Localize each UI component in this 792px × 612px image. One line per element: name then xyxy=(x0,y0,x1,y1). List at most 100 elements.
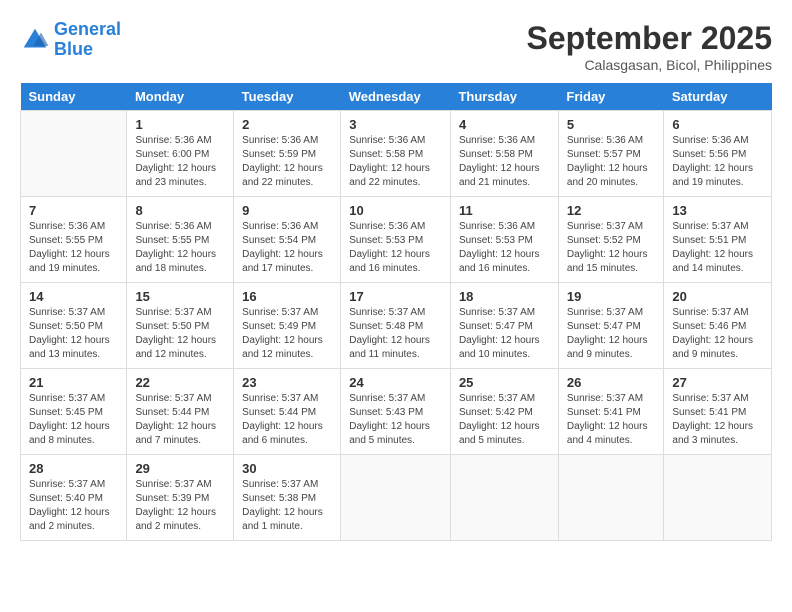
header: General Blue September 2025 Calasgasan, … xyxy=(20,20,772,73)
calendar-cell xyxy=(21,111,127,197)
logo-line1: General xyxy=(54,19,121,39)
day-info: Sunrise: 5:36 AM Sunset: 5:58 PM Dayligh… xyxy=(349,134,442,190)
calendar-cell: 1 Sunrise: 5:36 AM Sunset: 6:00 PM Daylig… xyxy=(127,111,234,197)
day-info: Sunrise: 5:36 AM Sunset: 5:58 PM Dayligh… xyxy=(459,134,550,190)
day-info: Sunrise: 5:37 AM Sunset: 5:52 PM Dayligh… xyxy=(567,220,656,276)
calendar-cell: 26 Sunrise: 5:37 AM Sunset: 5:41 PM Dayli… xyxy=(558,369,664,455)
title-area: September 2025 Calasgasan, Bicol, Philip… xyxy=(527,20,772,73)
day-info: Sunrise: 5:37 AM Sunset: 5:44 PM Dayligh… xyxy=(135,392,225,448)
weekday-header-wednesday: Wednesday xyxy=(341,83,451,111)
day-number: 17 xyxy=(349,289,442,304)
day-number: 29 xyxy=(135,461,225,476)
day-number: 9 xyxy=(242,203,332,218)
day-info: Sunrise: 5:37 AM Sunset: 5:41 PM Dayligh… xyxy=(567,392,656,448)
day-info: Sunrise: 5:37 AM Sunset: 5:43 PM Dayligh… xyxy=(349,392,442,448)
calendar-cell: 24Sunrise: 5:37 AM Sunset: 5:43 PM Dayli… xyxy=(341,369,451,455)
day-info: Sunrise: 5:36 AM Sunset: 5:55 PM Dayligh… xyxy=(29,220,118,276)
day-info: Sunrise: 5:37 AM Sunset: 5:47 PM Dayligh… xyxy=(459,306,550,362)
calendar-cell: 23 Sunrise: 5:37 AM Sunset: 5:44 PM Dayli… xyxy=(234,369,341,455)
day-info: Sunrise: 5:37 AM Sunset: 5:50 PM Dayligh… xyxy=(135,306,225,362)
calendar-week-row: 28Sunrise: 5:37 AM Sunset: 5:40 PM Dayli… xyxy=(21,455,772,541)
weekday-header-thursday: Thursday xyxy=(450,83,558,111)
day-info: Sunrise: 5:37 AM Sunset: 5:38 PM Dayligh… xyxy=(242,478,332,534)
logo-text: General Blue xyxy=(54,20,121,60)
weekday-header-monday: Monday xyxy=(127,83,234,111)
day-number: 2 xyxy=(242,117,332,132)
day-info: Sunrise: 5:37 AM Sunset: 5:49 PM Dayligh… xyxy=(242,306,332,362)
calendar-week-row: 21 Sunrise: 5:37 AM Sunset: 5:45 PM Dayli… xyxy=(21,369,772,455)
day-number: 13 xyxy=(672,203,763,218)
day-number: 7 xyxy=(29,203,118,218)
day-number: 3 xyxy=(349,117,442,132)
day-number: 15 xyxy=(135,289,225,304)
day-info: Sunrise: 5:37 AM Sunset: 5:50 PM Dayligh… xyxy=(29,306,118,362)
calendar-cell: 3 Sunrise: 5:36 AM Sunset: 5:58 PM Daylig… xyxy=(341,111,451,197)
day-number: 10 xyxy=(349,203,442,218)
calendar-cell: 4Sunrise: 5:36 AM Sunset: 5:58 PM Daylig… xyxy=(450,111,558,197)
day-info: Sunrise: 5:37 AM Sunset: 5:47 PM Dayligh… xyxy=(567,306,656,362)
day-info: Sunrise: 5:36 AM Sunset: 5:59 PM Dayligh… xyxy=(242,134,332,190)
day-number: 30 xyxy=(242,461,332,476)
day-number: 25 xyxy=(459,375,550,390)
calendar-cell: 11Sunrise: 5:36 AM Sunset: 5:53 PM Dayli… xyxy=(450,197,558,283)
calendar-cell: 13 Sunrise: 5:37 AM Sunset: 5:51 PM Dayli… xyxy=(664,197,772,283)
calendar-week-row: 1 Sunrise: 5:36 AM Sunset: 6:00 PM Daylig… xyxy=(21,111,772,197)
calendar-cell: 16 Sunrise: 5:37 AM Sunset: 5:49 PM Dayli… xyxy=(234,283,341,369)
calendar-cell: 14Sunrise: 5:37 AM Sunset: 5:50 PM Dayli… xyxy=(21,283,127,369)
day-info: Sunrise: 5:36 AM Sunset: 5:56 PM Dayligh… xyxy=(672,134,763,190)
day-number: 20 xyxy=(672,289,763,304)
day-number: 18 xyxy=(459,289,550,304)
logo: General Blue xyxy=(20,20,121,60)
day-number: 26 xyxy=(567,375,656,390)
calendar-cell xyxy=(558,455,664,541)
calendar-cell xyxy=(664,455,772,541)
day-info: Sunrise: 5:36 AM Sunset: 5:55 PM Dayligh… xyxy=(135,220,225,276)
day-info: Sunrise: 5:36 AM Sunset: 5:54 PM Dayligh… xyxy=(242,220,332,276)
calendar-cell: 28Sunrise: 5:37 AM Sunset: 5:40 PM Dayli… xyxy=(21,455,127,541)
day-info: Sunrise: 5:36 AM Sunset: 5:57 PM Dayligh… xyxy=(567,134,656,190)
day-info: Sunrise: 5:37 AM Sunset: 5:41 PM Dayligh… xyxy=(672,392,763,448)
calendar-cell: 8Sunrise: 5:36 AM Sunset: 5:55 PM Daylig… xyxy=(127,197,234,283)
calendar-cell: 5Sunrise: 5:36 AM Sunset: 5:57 PM Daylig… xyxy=(558,111,664,197)
logo-line2: Blue xyxy=(54,39,93,59)
calendar-cell: 30 Sunrise: 5:37 AM Sunset: 5:38 PM Dayli… xyxy=(234,455,341,541)
day-number: 19 xyxy=(567,289,656,304)
day-info: Sunrise: 5:37 AM Sunset: 5:45 PM Dayligh… xyxy=(29,392,118,448)
day-info: Sunrise: 5:37 AM Sunset: 5:51 PM Dayligh… xyxy=(672,220,763,276)
weekday-header-friday: Friday xyxy=(558,83,664,111)
calendar-cell xyxy=(341,455,451,541)
weekday-header-tuesday: Tuesday xyxy=(234,83,341,111)
calendar-title: September 2025 xyxy=(527,20,772,57)
calendar-cell: 25 Sunrise: 5:37 AM Sunset: 5:42 PM Dayli… xyxy=(450,369,558,455)
weekday-header-sunday: Sunday xyxy=(21,83,127,111)
day-number: 12 xyxy=(567,203,656,218)
calendar-cell: 10 Sunrise: 5:36 AM Sunset: 5:53 PM Dayli… xyxy=(341,197,451,283)
day-number: 21 xyxy=(29,375,118,390)
calendar-cell: 20 Sunrise: 5:37 AM Sunset: 5:46 PM Dayli… xyxy=(664,283,772,369)
calendar-cell: 6Sunrise: 5:36 AM Sunset: 5:56 PM Daylig… xyxy=(664,111,772,197)
calendar-cell: 18 Sunrise: 5:37 AM Sunset: 5:47 PM Dayli… xyxy=(450,283,558,369)
calendar-week-row: 7 Sunrise: 5:36 AM Sunset: 5:55 PM Daylig… xyxy=(21,197,772,283)
day-info: Sunrise: 5:37 AM Sunset: 5:42 PM Dayligh… xyxy=(459,392,550,448)
weekday-header-row: SundayMondayTuesdayWednesdayThursdayFrid… xyxy=(21,83,772,111)
calendar-cell: 22Sunrise: 5:37 AM Sunset: 5:44 PM Dayli… xyxy=(127,369,234,455)
day-info: Sunrise: 5:37 AM Sunset: 5:46 PM Dayligh… xyxy=(672,306,763,362)
day-info: Sunrise: 5:36 AM Sunset: 5:53 PM Dayligh… xyxy=(349,220,442,276)
day-number: 27 xyxy=(672,375,763,390)
calendar-cell: 9 Sunrise: 5:36 AM Sunset: 5:54 PM Daylig… xyxy=(234,197,341,283)
day-info: Sunrise: 5:36 AM Sunset: 6:00 PM Dayligh… xyxy=(135,134,225,190)
calendar-subtitle: Calasgasan, Bicol, Philippines xyxy=(527,57,772,73)
day-number: 1 xyxy=(135,117,225,132)
calendar-cell: 29 Sunrise: 5:37 AM Sunset: 5:39 PM Dayli… xyxy=(127,455,234,541)
calendar-week-row: 14Sunrise: 5:37 AM Sunset: 5:50 PM Dayli… xyxy=(21,283,772,369)
day-info: Sunrise: 5:36 AM Sunset: 5:53 PM Dayligh… xyxy=(459,220,550,276)
day-number: 16 xyxy=(242,289,332,304)
calendar-cell: 2 Sunrise: 5:36 AM Sunset: 5:59 PM Daylig… xyxy=(234,111,341,197)
logo-icon xyxy=(20,25,50,55)
day-number: 23 xyxy=(242,375,332,390)
day-info: Sunrise: 5:37 AM Sunset: 5:39 PM Dayligh… xyxy=(135,478,225,534)
day-info: Sunrise: 5:37 AM Sunset: 5:44 PM Dayligh… xyxy=(242,392,332,448)
calendar-table: SundayMondayTuesdayWednesdayThursdayFrid… xyxy=(20,83,772,541)
calendar-cell: 17Sunrise: 5:37 AM Sunset: 5:48 PM Dayli… xyxy=(341,283,451,369)
day-info: Sunrise: 5:37 AM Sunset: 5:40 PM Dayligh… xyxy=(29,478,118,534)
